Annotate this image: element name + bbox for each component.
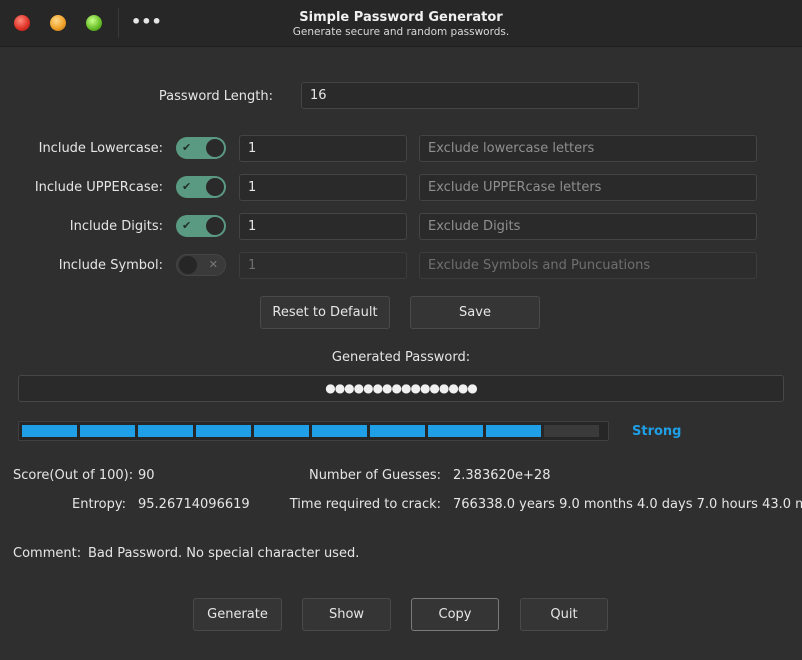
generated-password-label: Generated Password: bbox=[331, 350, 471, 365]
strength-segment-10 bbox=[544, 425, 599, 437]
strength-label: Strong bbox=[632, 424, 682, 439]
password-length-input[interactable]: 16 bbox=[301, 82, 639, 109]
digits-exclude-input[interactable]: Exclude Digits bbox=[419, 213, 757, 240]
show-button[interactable]: Show bbox=[302, 598, 391, 631]
lowercase-count-input[interactable]: 1 bbox=[239, 135, 407, 162]
reset-to-default-button[interactable]: Reset to Default bbox=[260, 296, 390, 329]
strength-segment-2 bbox=[80, 425, 135, 437]
comment-value: Bad Password. No special character used. bbox=[88, 546, 360, 561]
check-icon: ✔ bbox=[182, 180, 192, 193]
toggle-knob bbox=[206, 139, 224, 157]
copy-button[interactable]: Copy bbox=[411, 598, 499, 631]
toggle-knob bbox=[206, 217, 224, 235]
score-value: 90 bbox=[138, 468, 155, 483]
check-icon: ✔ bbox=[182, 219, 192, 232]
entropy-value: 95.26714096619 bbox=[138, 497, 250, 512]
strength-meter bbox=[18, 421, 609, 441]
check-icon: ✔ bbox=[182, 141, 192, 154]
strength-segment-8 bbox=[428, 425, 483, 437]
entropy-label: Entropy: bbox=[72, 497, 126, 512]
strength-segment-6 bbox=[312, 425, 367, 437]
title-bar: ••• Simple Password Generator Generate s… bbox=[0, 0, 802, 47]
strength-segment-1 bbox=[22, 425, 77, 437]
lowercase-toggle[interactable]: ✔ bbox=[176, 137, 226, 159]
digits-count-input[interactable]: 1 bbox=[239, 213, 407, 240]
toggle-knob bbox=[179, 256, 197, 274]
strength-segment-3 bbox=[138, 425, 193, 437]
toggle-knob bbox=[206, 178, 224, 196]
uppercase-count-input[interactable]: 1 bbox=[239, 174, 407, 201]
guesses-value: 2.383620e+28 bbox=[453, 468, 551, 483]
crack-time-label: Time required to crack: bbox=[289, 497, 441, 512]
lowercase-label: Include Lowercase: bbox=[38, 141, 163, 156]
quit-button[interactable]: Quit bbox=[520, 598, 608, 631]
window-title: Simple Password Generator bbox=[299, 10, 503, 25]
strength-segment-9 bbox=[486, 425, 541, 437]
crack-time-value: 766338.0 years 9.0 months 4.0 days 7.0 h… bbox=[453, 497, 802, 512]
generated-password-field[interactable]: ●●●●●●●●●●●●●●●● bbox=[18, 375, 784, 402]
generate-button[interactable]: Generate bbox=[193, 598, 282, 631]
save-button[interactable]: Save bbox=[410, 296, 540, 329]
symbol-label: Include Symbol: bbox=[58, 258, 163, 273]
comment-label: Comment: bbox=[13, 546, 82, 561]
symbol-count-input[interactable]: 1 bbox=[239, 252, 407, 279]
symbol-exclude-input[interactable]: Exclude Symbols and Puncuations bbox=[419, 252, 757, 279]
score-label: Score(Out of 100): bbox=[13, 468, 134, 483]
uppercase-label: Include UPPERcase: bbox=[34, 180, 163, 195]
cross-icon: ✕ bbox=[208, 258, 218, 271]
lowercase-exclude-input[interactable]: Exclude lowercase letters bbox=[419, 135, 757, 162]
guesses-label: Number of Guesses: bbox=[308, 468, 441, 483]
window-subtitle: Generate secure and random passwords. bbox=[292, 26, 510, 38]
strength-segment-7 bbox=[370, 425, 425, 437]
strength-segment-5 bbox=[254, 425, 309, 437]
uppercase-toggle[interactable]: ✔ bbox=[176, 176, 226, 198]
password-length-label: Password Length: bbox=[158, 89, 273, 104]
symbol-toggle[interactable]: ✕ bbox=[176, 254, 226, 276]
digits-toggle[interactable]: ✔ bbox=[176, 215, 226, 237]
digits-label: Include Digits: bbox=[69, 219, 163, 234]
uppercase-exclude-input[interactable]: Exclude UPPERcase letters bbox=[419, 174, 757, 201]
strength-segment-4 bbox=[196, 425, 251, 437]
